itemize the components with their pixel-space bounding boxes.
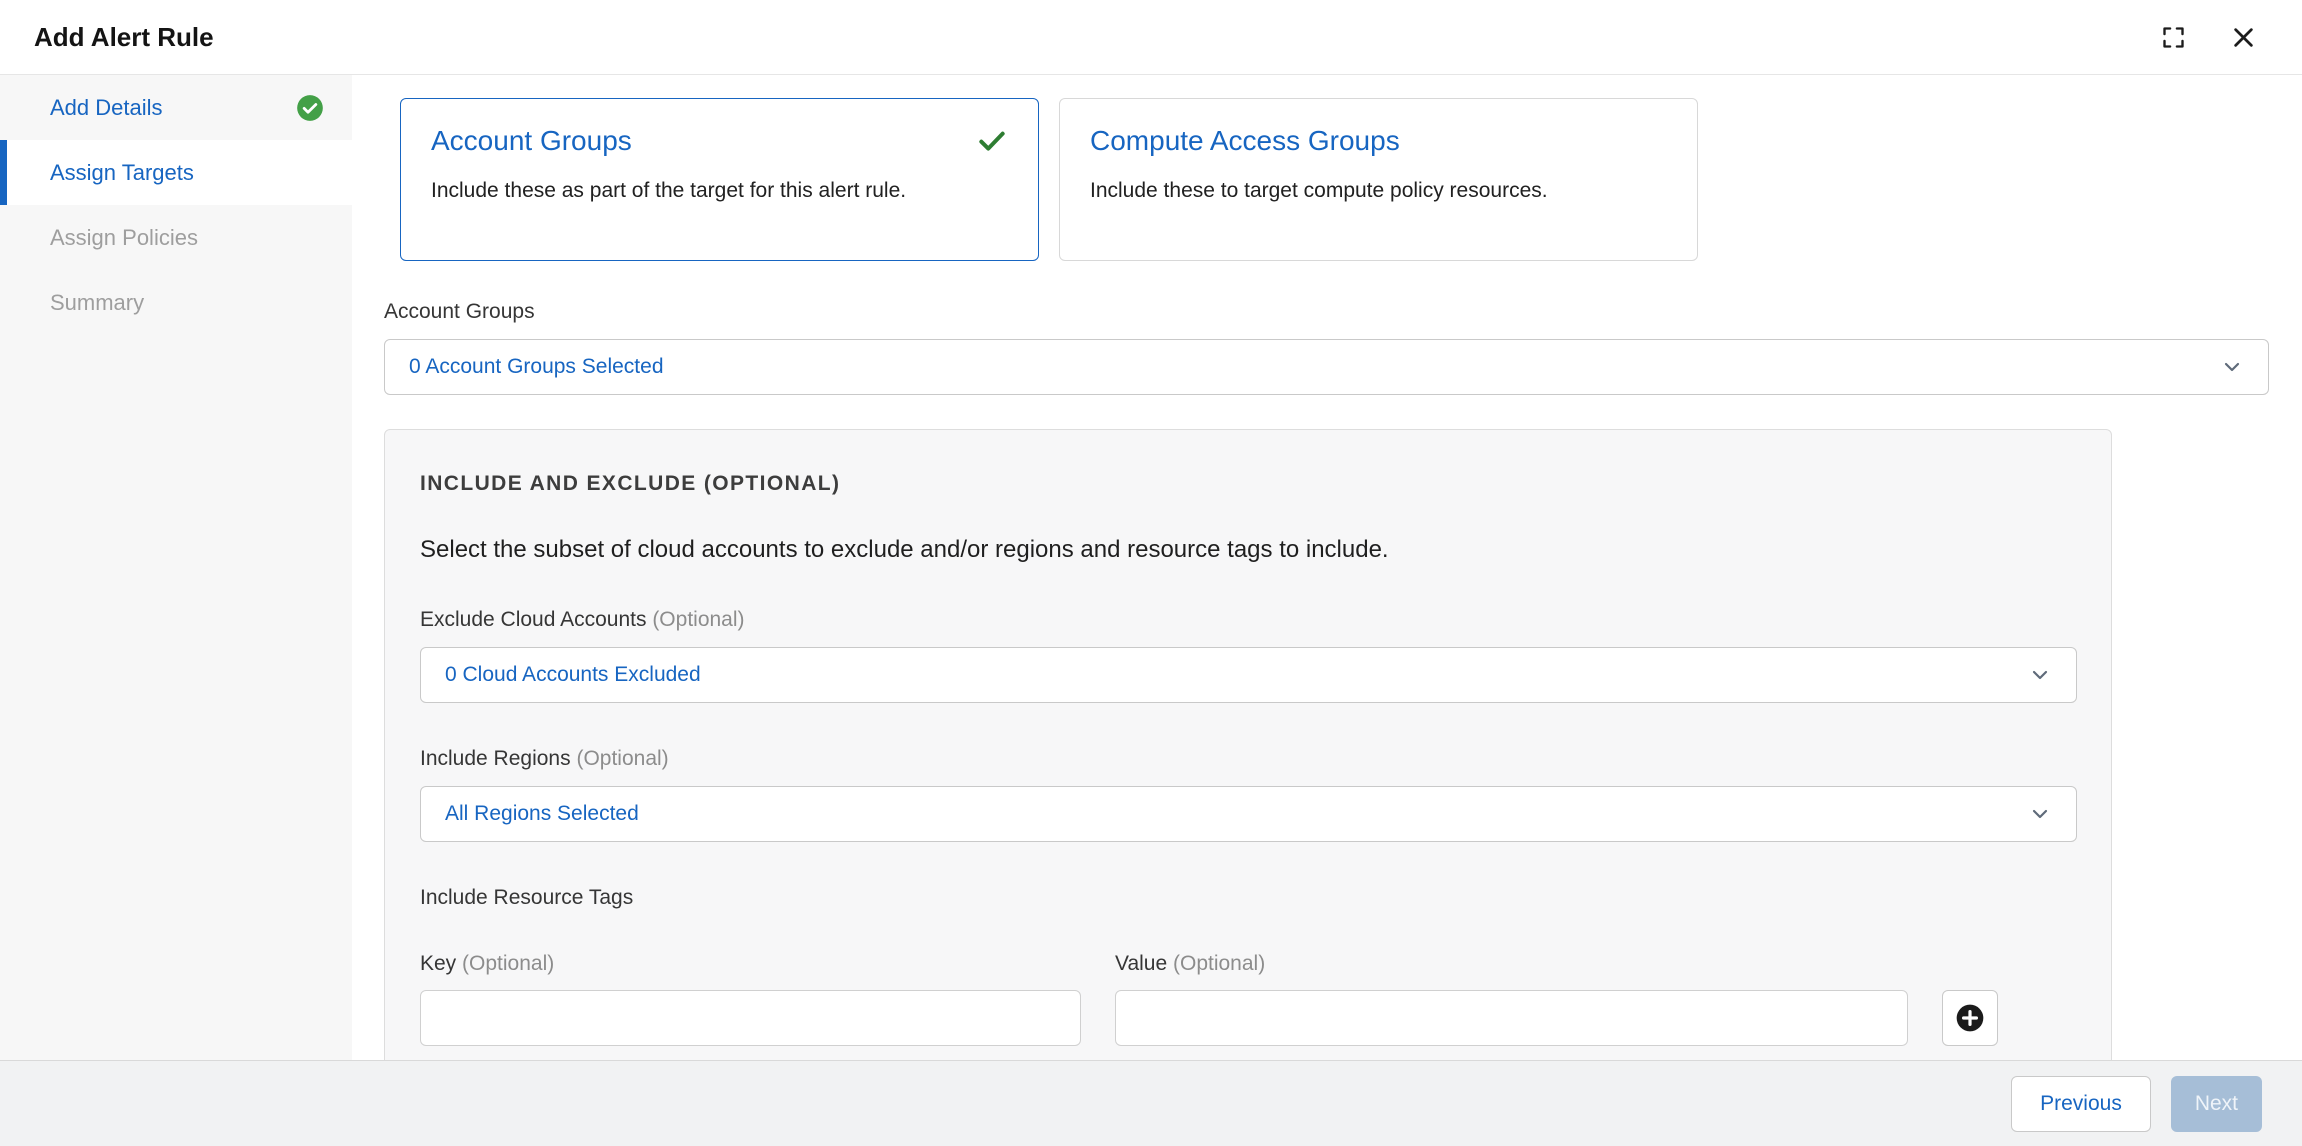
account-groups-label: Account Groups [384,300,2269,324]
page-title: Add Alert Rule [34,22,214,53]
tag-value-label: Value (Optional) [1115,952,1908,976]
label-text: Key [420,952,456,975]
card-head: Compute Access Groups [1090,125,1667,157]
chevron-down-icon [2220,355,2244,379]
target-type-cards: Account Groups Include these as part of … [400,98,2269,261]
card-description: Include these to target compute policy r… [1090,179,1667,203]
include-regions-label: Include Regions (Optional) [420,747,2075,771]
account-groups-dropdown[interactable]: 0 Account Groups Selected [384,339,2269,395]
steps-sidebar: Add Details Assign Targets Assign Polici… [0,75,352,1060]
fullscreen-icon[interactable] [2158,22,2188,52]
exclude-cloud-accounts-label: Exclude Cloud Accounts (Optional) [420,608,2075,632]
chevron-down-icon [2028,802,2052,826]
step-label: Add Details [50,95,163,121]
sidebar-item-assign-targets[interactable]: Assign Targets [0,140,352,205]
tag-key-column: Key (Optional) [420,910,1081,1046]
panel-title: INCLUDE AND EXCLUDE (OPTIONAL) [420,472,2075,496]
close-icon[interactable] [2228,22,2258,52]
modal-body: Add Details Assign Targets Assign Polici… [0,75,2302,1060]
tag-value-input[interactable] [1115,990,1908,1046]
optional-hint: (Optional) [462,952,554,975]
tag-key-input[interactable] [420,990,1081,1046]
next-button[interactable]: Next [2171,1076,2262,1132]
card-title: Account Groups [431,125,632,157]
sidebar-item-assign-policies[interactable]: Assign Policies [0,205,352,270]
resource-tag-row: Key (Optional) Value (Optional) [420,910,2075,1046]
modal-header: Add Alert Rule [0,0,2302,75]
add-tag-button[interactable] [1942,990,1998,1046]
label-text: Value [1115,952,1167,975]
previous-button[interactable]: Previous [2011,1076,2151,1132]
card-compute-access-groups[interactable]: Compute Access Groups Include these to t… [1059,98,1698,261]
tag-key-label: Key (Optional) [420,952,1081,976]
label-text: Exclude Cloud Accounts [420,608,646,631]
card-title: Compute Access Groups [1090,125,1400,157]
modal-footer: Previous Next [0,1060,2302,1146]
card-description: Include these as part of the target for … [431,179,1008,203]
step-label: Assign Targets [50,160,194,186]
step-complete-check-icon [296,94,324,122]
include-resource-tags-label: Include Resource Tags [420,886,2075,910]
selected-check-icon [976,125,1008,157]
sidebar-item-add-details[interactable]: Add Details [0,75,352,140]
dropdown-value: 0 Account Groups Selected [409,355,664,379]
add-alert-rule-modal: Add Alert Rule Add Details [0,0,2302,1146]
include-regions-dropdown[interactable]: All Regions Selected [420,786,2077,842]
step-label: Summary [50,290,144,316]
header-icons [2158,22,2258,52]
panel-subtitle: Select the subset of cloud accounts to e… [420,536,2075,564]
step-label: Assign Policies [50,225,198,251]
chevron-down-icon [2028,663,2052,687]
circled-plus-icon [1954,1002,1986,1034]
optional-hint: (Optional) [652,608,744,631]
optional-hint: (Optional) [576,747,668,770]
sidebar-item-summary[interactable]: Summary [0,270,352,335]
include-exclude-panel: INCLUDE AND EXCLUDE (OPTIONAL) Select th… [384,429,2112,1060]
card-account-groups[interactable]: Account Groups Include these as part of … [400,98,1039,261]
assign-targets-content: Account Groups Include these as part of … [352,75,2302,1060]
tag-value-column: Value (Optional) [1115,910,1908,1046]
optional-hint: (Optional) [1173,952,1265,975]
exclude-cloud-accounts-dropdown[interactable]: 0 Cloud Accounts Excluded [420,647,2077,703]
dropdown-value: All Regions Selected [445,802,639,826]
label-text: Include Regions [420,747,571,770]
dropdown-value: 0 Cloud Accounts Excluded [445,663,701,687]
card-head: Account Groups [431,125,1008,157]
